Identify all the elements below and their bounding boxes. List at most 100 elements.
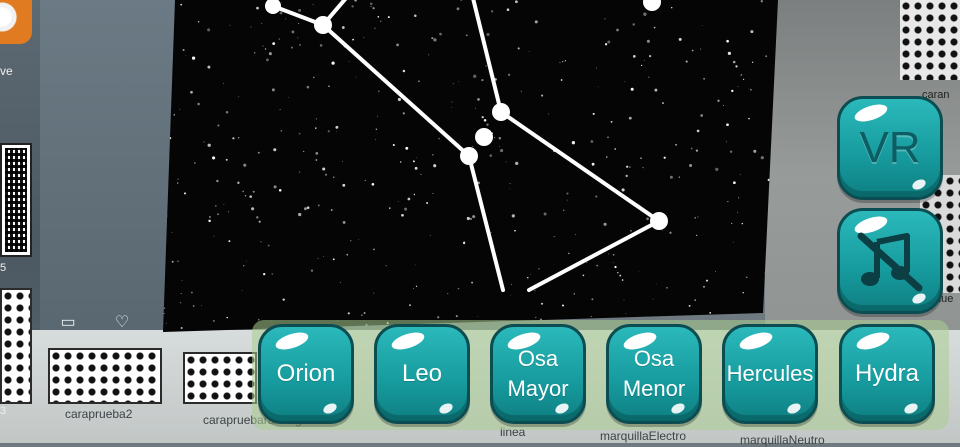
constellation-button-osa-menor[interactable]: Osa Menor [606,324,702,424]
star [604,18,606,20]
marker-thumbnail[interactable] [0,288,32,404]
star [715,270,716,272]
star [540,302,544,305]
star [330,209,333,211]
star [690,147,693,150]
star [630,87,634,91]
star [298,212,302,217]
star [342,160,344,162]
app-icon[interactable] [0,0,32,44]
star [310,269,314,272]
vr-button[interactable]: VR [837,96,943,200]
star [739,173,741,175]
star [331,61,335,65]
star [253,51,256,54]
star [268,52,272,56]
star [439,32,442,36]
star [471,281,474,284]
mute-music-button[interactable] [837,208,943,314]
star [191,291,193,294]
star [363,312,366,314]
star [183,192,187,195]
star [591,162,595,166]
marker-thumbnail[interactable] [48,348,162,404]
star [481,116,484,119]
constellation-button-hydra[interactable]: Hydra [839,324,935,424]
star [325,173,327,176]
star [258,220,261,223]
star [263,272,266,276]
star [438,137,440,140]
star [469,217,473,221]
star [530,273,532,275]
star [281,2,282,3]
star [347,312,350,315]
constellation-star [314,16,332,34]
star [535,316,537,318]
star [396,43,400,47]
star [662,102,664,105]
star [389,207,391,209]
marker-thumbnail[interactable] [183,352,257,404]
star [742,78,745,81]
star [323,256,324,257]
star [500,149,504,153]
qr-code-thumbnail[interactable] [0,143,32,257]
star [407,197,411,201]
constellation-line [499,110,661,223]
star [339,282,341,284]
star [646,39,650,43]
star [653,26,656,29]
star [700,48,702,50]
star [595,195,598,198]
star [312,76,315,79]
constellation-button-osa-mayor[interactable]: Osa Mayor [490,324,586,424]
star [621,188,625,192]
star [208,219,211,223]
star [489,154,493,157]
star [280,130,283,132]
tablet-icon[interactable]: ▭ [58,315,78,331]
star [644,60,645,61]
star [607,136,609,139]
star [621,279,624,281]
star [457,287,460,290]
star [180,3,183,6]
star [737,85,739,88]
heart-icon[interactable]: ♡ [112,315,132,331]
star [416,157,418,159]
star [163,312,165,315]
star [666,287,668,289]
star [515,161,519,166]
star [474,107,476,109]
star [207,65,211,69]
star-field-view[interactable] [163,0,778,332]
star [197,20,200,23]
star [477,98,480,101]
constellation-star [460,147,478,165]
star [703,285,705,288]
star [317,204,320,207]
star [722,104,725,107]
star [238,96,240,98]
star [315,118,318,120]
constellation-button-orion[interactable]: Orion [258,324,354,424]
star [399,161,402,163]
star [232,137,235,140]
star [749,88,752,91]
constellation-line [467,154,505,292]
star [747,87,749,89]
star [317,257,319,259]
star [290,46,293,49]
marker-thumbnail[interactable] [900,0,960,80]
app-icon-label: ve [0,64,13,78]
star [669,175,673,179]
star [451,101,453,103]
constellation-canvas [163,0,775,331]
star [238,137,240,139]
star [350,240,352,242]
star [626,165,629,168]
constellation-button-leo[interactable]: Leo [374,324,470,424]
star [452,83,454,85]
constellation-button-hercules[interactable]: Hercules [722,324,818,424]
